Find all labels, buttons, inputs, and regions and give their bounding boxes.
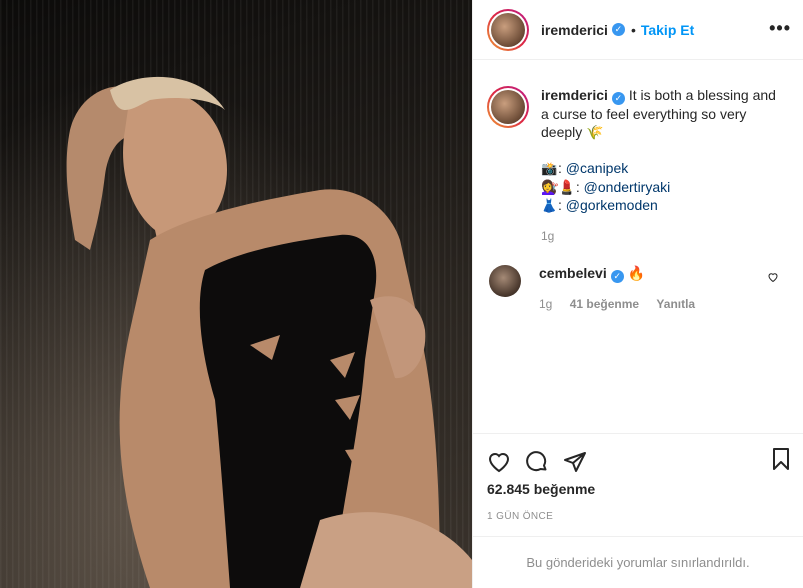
- comment-heart-icon[interactable]: [767, 271, 779, 283]
- comment-time[interactable]: 1g: [539, 297, 552, 311]
- post-date[interactable]: 1 GÜN ÖNCE: [473, 511, 803, 522]
- post-photo[interactable]: [0, 0, 472, 588]
- verified-badge-icon: ✓: [611, 23, 625, 36]
- post-sidebar: iremderici ✓ • Takip Et ••• iremderici ✓ …: [472, 0, 803, 588]
- caption-time[interactable]: 1g: [541, 227, 787, 245]
- comment-username[interactable]: cembelevi: [539, 265, 607, 281]
- credit-sep: :: [575, 179, 584, 195]
- camera-emoji: 📸: [541, 161, 558, 176]
- credit-photographer: 📸: @canipek: [541, 159, 787, 178]
- comment-text: 🔥: [627, 265, 646, 281]
- header-separator: •: [630, 21, 636, 38]
- reply-button[interactable]: Yanıtla: [656, 297, 695, 311]
- author-avatar[interactable]: [487, 8, 529, 51]
- comment-likes[interactable]: 41 beğenme: [570, 297, 639, 311]
- verified-badge-icon: ✓: [610, 270, 624, 283]
- more-options-icon[interactable]: •••: [769, 18, 791, 39]
- comment-bubble-icon[interactable]: [525, 450, 549, 474]
- action-bar: [473, 433, 803, 489]
- caption-username[interactable]: iremderici: [541, 87, 608, 103]
- commenter-avatar[interactable]: [489, 265, 521, 297]
- comments-section: iremderici ✓ It is both a blessing and a …: [473, 60, 803, 433]
- caption-avatar[interactable]: [487, 86, 529, 128]
- caption-credits: 📸: @canipek 💇‍♀️💄: @ondertiryaki 👗: @gor…: [541, 159, 787, 215]
- credit-hair-makeup: 💇‍♀️💄: @ondertiryaki: [541, 178, 787, 196]
- credit-sep: :: [558, 160, 566, 176]
- credit-sep: :: [558, 197, 566, 213]
- comment-meta: 1g 41 beğenme Yanıtla: [539, 297, 709, 311]
- comment-item: cembelevi ✓ 🔥 1g 41 beğenme Yanıtla: [487, 265, 787, 311]
- mention-link[interactable]: @canipek: [566, 160, 628, 176]
- hair-makeup-emoji: 💇‍♀️💄: [541, 179, 576, 195]
- wheat-emoji: 🌾: [586, 124, 604, 140]
- author-username[interactable]: iremderici: [541, 22, 608, 38]
- heart-icon[interactable]: [487, 450, 511, 474]
- caption: iremderici ✓ It is both a blessing and a …: [487, 86, 787, 245]
- post-header: iremderici ✓ • Takip Et •••: [473, 0, 803, 60]
- photo-figure: [66, 76, 472, 588]
- paper-plane-icon[interactable]: [563, 450, 587, 474]
- bookmark-icon[interactable]: [769, 447, 793, 471]
- caption-body: iremderici ✓ It is both a blessing and a …: [541, 86, 787, 245]
- verified-badge-icon: ✓: [611, 92, 625, 105]
- mention-link[interactable]: @ondertiryaki: [584, 179, 671, 195]
- dress-emoji: 👗: [541, 198, 558, 213]
- follow-button[interactable]: Takip Et: [641, 22, 694, 38]
- instagram-post: iremderici ✓ • Takip Et ••• iremderici ✓ …: [0, 0, 803, 588]
- mention-link[interactable]: @gorkemoden: [566, 197, 658, 213]
- credit-styling: 👗: @gorkemoden: [541, 196, 787, 215]
- comments-restricted-notice: Bu gönderideki yorumlar sınırlandırıldı.: [473, 536, 803, 588]
- comment-body: cembelevi ✓ 🔥 1g 41 beğenme Yanıtla: [539, 265, 709, 311]
